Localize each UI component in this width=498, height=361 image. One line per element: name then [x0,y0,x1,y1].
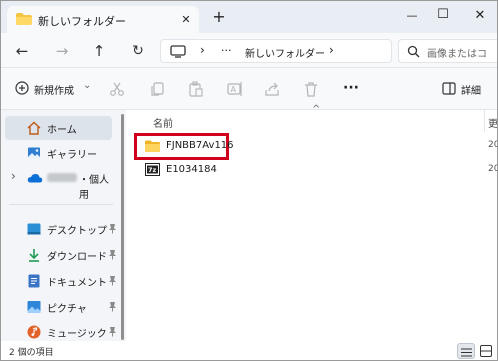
svg-text:7z: 7z [148,166,157,174]
sidebar-item-desktop[interactable]: デスクトップ [5,217,116,241]
command-toolbar: 新規作成 ⌄ A ··· 詳細 [1,68,497,110]
sidebar-label-onedrive: ・個人用 [79,175,109,201]
7z-archive-icon: 7z [145,163,160,176]
column-divider[interactable] [484,110,485,132]
new-button[interactable]: 新規作成 ⌄ [11,80,103,98]
address-path[interactable]: › ··· 新しいフォルダー › [160,39,392,63]
breadcrumb-new-folder[interactable]: 新しいフォルダー [245,45,325,60]
details-view-button[interactable] [457,343,475,359]
sidebar-label-downloads: ダウンロード [47,252,107,263]
pin-icon [108,326,117,340]
gallery-icon [27,146,41,160]
sidebar-label-pictures: ピクチャ [47,304,87,315]
search-icon [407,45,420,58]
sidebar-scrollbar[interactable] [121,114,125,340]
table-row[interactable]: FJNBB7Av116 20 [134,133,497,160]
column-header-name[interactable]: 名前 [153,115,173,130]
expand-chevron-icon[interactable]: › [11,169,16,183]
refresh-button[interactable]: ↻ [129,42,147,60]
sidebar-label-desktop: デスクトップ [47,226,107,237]
close-button[interactable]: ✕ [471,8,489,24]
home-icon [27,121,41,135]
details-view-icon [461,347,472,357]
more-options-button[interactable]: ··· [343,80,359,96]
sidebar-item-downloads[interactable]: ダウンロード [5,243,116,267]
svg-text:A: A [231,85,237,94]
computer-icon [170,45,186,58]
desktop-icon [27,223,41,235]
up-button[interactable]: ↑ [90,42,108,60]
minimize-button[interactable]: — [403,8,421,24]
tab-close-icon[interactable]: ✕ [177,12,195,28]
sidebar-item-home[interactable]: ホーム [5,116,112,140]
details-pane-icon [442,82,456,95]
pictures-icon [27,300,41,314]
tab-new-folder[interactable]: 新しいフォルダー ✕ [7,6,199,33]
new-tab-button[interactable]: + [210,9,228,25]
plus-circle-icon [15,81,29,95]
item-count: 2 個の項目 [9,348,54,358]
sidebar-item-pictures[interactable]: ピクチャ [5,295,116,319]
chevron-down-icon: ⌄ [83,80,92,91]
address-bar: ← → ↑ ↻ › ··· 新しいフォルダー › 画像またはコ [1,33,497,68]
folder-icon [16,13,32,25]
sidebar-label-gallery: ギャラリー [47,150,97,161]
folder-icon [145,140,160,152]
navigation-pane: ホーム ギャラリー › ・個人用 デスクトップ ダウンロード ドキュメント ピク… [1,110,126,341]
table-row[interactable]: 7z E1034184 20 [135,159,497,181]
file-name: FJNBB7Av116 [166,140,234,151]
column-header-date[interactable]: 更 [488,115,497,130]
copy-icon[interactable] [149,81,165,97]
file-date: 20 [488,140,497,150]
sidebar-item-gallery[interactable]: ギャラリー [5,141,112,165]
delete-icon[interactable] [303,81,319,97]
sidebar-label-documents: ドキュメント [47,278,107,289]
new-button-label: 新規作成 [34,86,74,97]
pin-icon [108,275,117,289]
status-bar: 2 個の項目 [1,341,497,360]
path-separator[interactable]: › [200,43,205,57]
tiles-view-icon[interactable] [480,345,492,357]
redacted-account-name [47,173,77,182]
sidebar-item-onedrive[interactable]: › ・個人用 [5,166,112,201]
file-explorer-window: 新しいフォルダー ✕ + — ☐ ✕ ← → ↑ ↻ › ··· 新しいフォルダ… [0,0,498,361]
tab-title: 新しいフォルダー [38,15,126,28]
maximize-button[interactable]: ☐ [434,7,452,23]
file-list: ^ 名前 更 FJNBB7Av116 20 7z E1034184 20 [131,104,497,341]
download-icon [27,248,41,262]
sidebar-item-documents[interactable]: ドキュメント [5,269,116,293]
document-icon [28,274,40,288]
title-bar: 新しいフォルダー ✕ + — ☐ ✕ [1,1,497,33]
paste-icon[interactable] [188,81,204,97]
scrollbar-thumb[interactable] [121,114,124,340]
cut-icon[interactable] [109,81,125,97]
back-button[interactable]: ← [13,42,31,60]
file-date: 20 [488,164,497,174]
cloud-icon [27,173,43,183]
rename-icon[interactable]: A [227,81,243,97]
sidebar-label-home: ホーム [47,125,77,136]
path-chevron[interactable]: › [329,43,334,57]
sidebar-label-music: ミュージック [47,329,107,340]
music-icon [27,325,41,339]
pin-icon [108,223,117,237]
sort-caret-icon[interactable]: ^ [312,104,320,115]
sidebar-divider [9,204,113,205]
path-more-button[interactable]: ··· [221,44,232,57]
forward-button[interactable]: → [53,42,71,60]
file-name: E1034184 [166,164,217,175]
search-box[interactable]: 画像またはコ [398,39,497,63]
share-icon[interactable] [264,81,280,97]
details-pane-button[interactable]: 詳細 [442,80,492,98]
pin-icon [108,249,117,263]
details-label: 詳細 [461,86,481,97]
pin-icon [108,301,117,315]
search-placeholder: 画像またはコ [427,49,487,60]
